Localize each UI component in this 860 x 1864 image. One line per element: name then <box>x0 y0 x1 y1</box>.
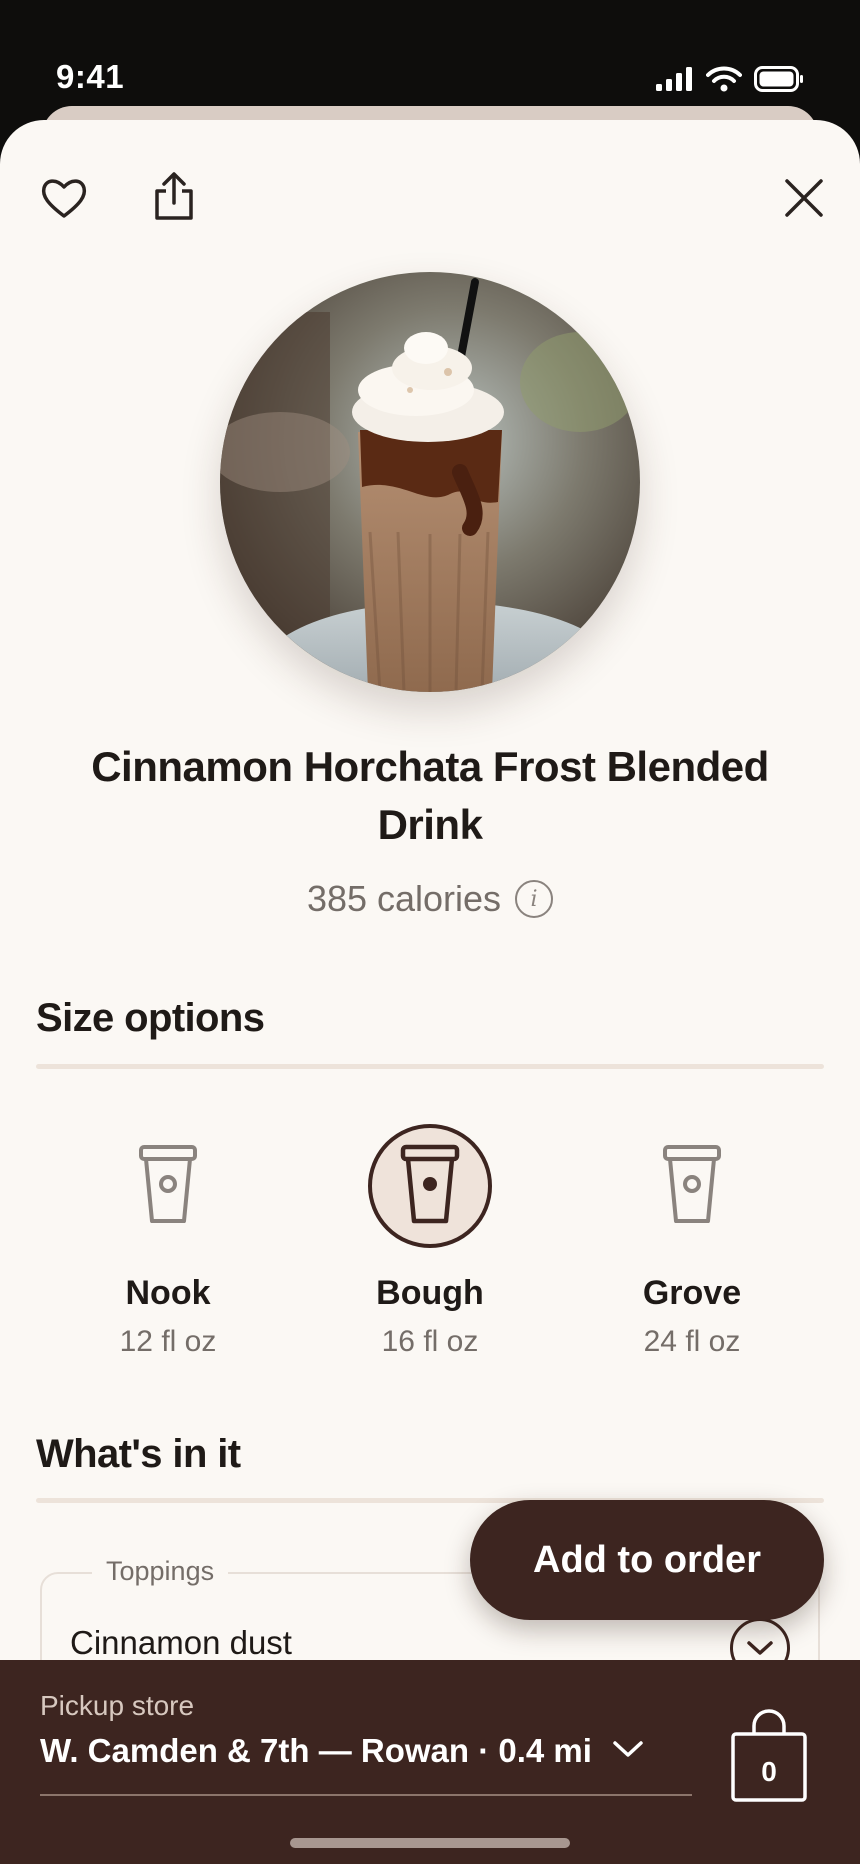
size-name: Nook <box>125 1274 211 1312</box>
size-volume: 16 fl oz <box>381 1325 479 1358</box>
size-option-bough[interactable]: Bough 16 fl oz <box>310 1124 550 1359</box>
shopping-bag-icon <box>730 1709 808 1808</box>
status-bar: 9:41 <box>0 0 860 118</box>
wifi-icon <box>706 66 742 97</box>
toppings-label: Toppings <box>92 1556 229 1587</box>
chevron-down-icon <box>612 1739 644 1764</box>
close-icon <box>784 178 824 223</box>
favorite-button[interactable] <box>36 172 92 228</box>
heart-icon <box>40 176 88 225</box>
cup-icon <box>400 1144 460 1229</box>
bag-button[interactable]: 0 <box>730 1708 808 1804</box>
share-button[interactable] <box>146 168 202 228</box>
bag-count: 0 <box>761 1756 777 1787</box>
info-icon[interactable]: i <box>515 880 554 918</box>
size-volume: 24 fl oz <box>643 1325 741 1358</box>
pickup-bar: Pickup store W. Camden & 7th — Rowan · 0… <box>0 1660 860 1864</box>
share-icon <box>152 171 196 226</box>
topping-value: Cinnamon dust <box>70 1624 292 1661</box>
signal-icon <box>656 67 694 96</box>
divider <box>40 1794 692 1796</box>
add-to-order-button[interactable]: Add to order <box>470 1500 824 1620</box>
product-image <box>220 272 640 692</box>
status-icons <box>656 66 804 97</box>
calories-text: 385 calories <box>306 878 502 919</box>
pickup-store-name: W. Camden & 7th — Rowan · 0.4 mi <box>40 1732 592 1769</box>
size-volume: 12 fl oz <box>119 1325 217 1358</box>
divider <box>36 1064 824 1069</box>
product-sheet: Cinnamon Horchata Frost Blended Drink 38… <box>0 120 860 1864</box>
size-name: Bough <box>376 1274 484 1312</box>
calories-row: 385 calories i <box>0 878 860 920</box>
home-indicator <box>290 1838 570 1848</box>
cup-icon-wrap-selected <box>368 1124 492 1248</box>
pickup-label: Pickup store <box>40 1690 195 1721</box>
product-title: Cinnamon Horchata Frost Blended Drink <box>91 743 769 848</box>
size-option-nook[interactable]: Nook 12 fl oz <box>48 1124 288 1359</box>
cup-icon <box>138 1144 198 1229</box>
battery-icon <box>754 66 804 97</box>
cup-icon <box>662 1144 722 1229</box>
size-name: Grove <box>642 1274 742 1312</box>
status-time: 9:41 <box>56 58 125 95</box>
size-option-grove[interactable]: Grove 24 fl oz <box>572 1124 812 1359</box>
whats-in-it-heading: What's in it <box>36 1432 241 1476</box>
pickup-store-selector[interactable]: W. Camden & 7th — Rowan · 0.4 mi <box>40 1732 644 1770</box>
size-options-heading: Size options <box>36 996 265 1040</box>
cup-icon-wrap <box>106 1124 230 1248</box>
cup-icon-wrap <box>630 1124 754 1248</box>
close-button[interactable] <box>776 172 832 228</box>
